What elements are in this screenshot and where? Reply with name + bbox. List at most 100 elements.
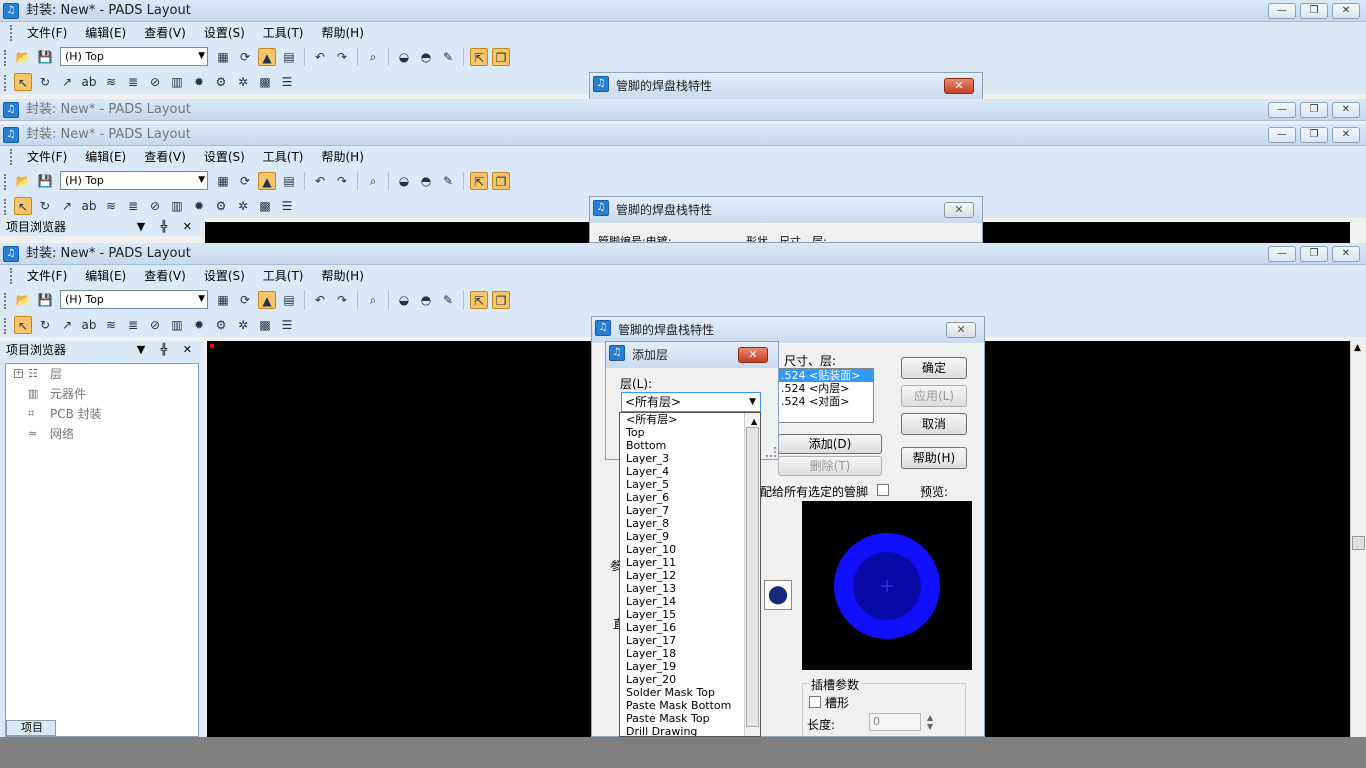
menu-file[interactable]: 文件(F) [18,265,76,287]
delete-button[interactable]: 删除(T) [778,456,882,476]
minimize-button[interactable]: — [1268,102,1296,118]
refresh-icon[interactable]: ⟳ [236,291,254,309]
menu-edit[interactable]: 编辑(E) [76,22,135,44]
close-button[interactable]: ✕ [1332,246,1360,262]
close-icon[interactable]: ✕ [944,202,974,218]
drafting-toolbar-icon[interactable]: ▤ [280,48,298,66]
save-icon[interactable]: 💾 [36,172,54,190]
pan-icon[interactable]: ⇱ [470,171,488,190]
maximize-button[interactable]: ❐ [1300,3,1328,19]
book-icon[interactable]: ▥ [168,316,186,334]
menu-edit[interactable]: 编辑(E) [76,265,135,287]
window-icon[interactable]: ❐ [492,171,510,190]
layer-select[interactable]: (H) Top ▼ [60,47,208,66]
shape-item[interactable]: .524 <贴装面> [779,369,873,382]
close-button[interactable]: ✕ [1332,102,1360,118]
layer-option[interactable]: Layer_15 [623,608,760,621]
shape-list[interactable]: .524 <贴装面> .524 <内层> .524 <对面> [778,368,874,423]
layer-option[interactable]: Layer_4 [623,465,760,478]
layer-option[interactable]: Layer_10 [623,543,760,556]
menu-help[interactable]: 帮助(H) [313,265,373,287]
tree-item-nets[interactable]: ≈ 网络 [6,424,198,444]
brush-icon[interactable]: ✎ [439,291,457,309]
view-icon[interactable]: ◒ [395,48,413,66]
properties-icon[interactable]: ▦ [214,48,232,66]
zoom-icon[interactable]: ⌕ [364,172,382,190]
layer-dropdown-list[interactable]: <所有层> Top Bottom Layer_3 Layer_4 Layer_5 Layer… [619,412,761,737]
layer-combobox[interactable]: <所有层> ▼ [621,392,761,412]
layer-option[interactable]: Paste Mask Bottom [623,699,760,712]
menu-tools[interactable]: 工具(T) [254,265,313,287]
grid-icon[interactable]: ▩ [256,73,274,91]
menu-tools[interactable]: 工具(T) [254,146,313,168]
text-icon[interactable]: ab [80,73,98,91]
sun-icon[interactable]: ✹ [190,197,208,215]
pad-icon[interactable]: ⚙ [212,316,230,334]
pad-icon[interactable]: ⚙ [212,197,230,215]
length-spinner-icon[interactable]: ▲ ▼ [927,713,933,731]
brush-icon[interactable]: ✎ [439,172,457,190]
browser-bottom-tab[interactable]: 项目 [6,720,56,736]
sun-icon[interactable]: ✹ [190,73,208,91]
save-icon[interactable]: 💾 [36,48,54,66]
list-icon[interactable]: ☰ [278,197,296,215]
select-arrow-icon[interactable]: ↖ [14,196,32,215]
no-icon[interactable]: ⊘ [146,73,164,91]
tree-item-layers[interactable]: + ☷ 层 [6,364,198,384]
view-icon[interactable]: ◒ [395,291,413,309]
layer-option[interactable]: Layer_16 [623,621,760,634]
scroll-thumb[interactable] [1352,536,1365,550]
book-icon[interactable]: ▥ [168,73,186,91]
layer-select[interactable]: (H) Top ▼ [60,171,208,190]
star-icon[interactable]: ✲ [234,316,252,334]
select-arrow-icon[interactable]: ↖ [14,315,32,334]
open-icon[interactable]: 📂 [14,291,32,309]
window-icon[interactable]: ❐ [492,290,510,309]
menu-view[interactable]: 查看(V) [135,146,195,168]
undo-icon[interactable]: ↶ [311,48,329,66]
maximize-button[interactable]: ❐ [1300,246,1328,262]
ok-button[interactable]: 确定 [901,357,967,379]
expand-icon[interactable]: + [14,369,23,378]
menu-setup[interactable]: 设置(S) [195,265,254,287]
star-icon[interactable]: ✲ [234,197,252,215]
refresh-icon[interactable]: ⟳ [236,172,254,190]
list-icon[interactable]: ☰ [278,316,296,334]
layer-option[interactable]: Layer_14 [623,595,760,608]
shape-round-icon[interactable]: ⬤ [764,580,792,610]
zoom-icon[interactable]: ⌕ [364,291,382,309]
menu-file[interactable]: 文件(F) [18,146,76,168]
layer-option[interactable]: Layer_11 [623,556,760,569]
layers-icon[interactable]: ≋ [102,316,120,334]
maximize-button[interactable]: ❐ [1300,127,1328,143]
no-icon[interactable]: ⊘ [146,316,164,334]
star-icon[interactable]: ✲ [234,73,252,91]
minimize-button[interactable]: — [1268,3,1296,19]
menu-help[interactable]: 帮助(H) [313,22,373,44]
layer-option[interactable]: Layer_3 [623,452,760,465]
layer-stack-icon[interactable]: ≣ [124,73,142,91]
layer-option[interactable]: Layer_13 [623,582,760,595]
pan-icon[interactable]: ⇱ [470,290,488,309]
layer-option[interactable]: Drill Drawing [623,725,760,736]
slot-checkbox[interactable] [809,696,821,708]
dropdown-scrollbar[interactable]: ▲ [744,413,760,736]
select-filter-icon[interactable]: ↗ [58,73,76,91]
menu-view[interactable]: 查看(V) [135,265,195,287]
shape-item[interactable]: .524 <对面> [779,395,873,408]
layers-icon[interactable]: ≋ [102,197,120,215]
close-icon[interactable]: ✕ [738,347,768,363]
layer-option[interactable]: Solder Mask Top [623,686,760,699]
open-icon[interactable]: 📂 [14,172,32,190]
close-icon[interactable]: ✕ [944,78,974,94]
assign-all-checkbox[interactable] [877,484,889,496]
book-icon[interactable]: ▥ [168,197,186,215]
menu-view[interactable]: 查看(V) [135,22,195,44]
undo-icon[interactable]: ↶ [311,291,329,309]
select-filter-icon[interactable]: ↗ [58,197,76,215]
zoom-icon[interactable]: ⌕ [364,48,382,66]
help-button[interactable]: 帮助(H) [901,447,967,469]
layer-option[interactable]: Layer_7 [623,504,760,517]
pan-icon[interactable]: ⇱ [470,47,488,66]
board-icon[interactable]: ◓ [417,291,435,309]
